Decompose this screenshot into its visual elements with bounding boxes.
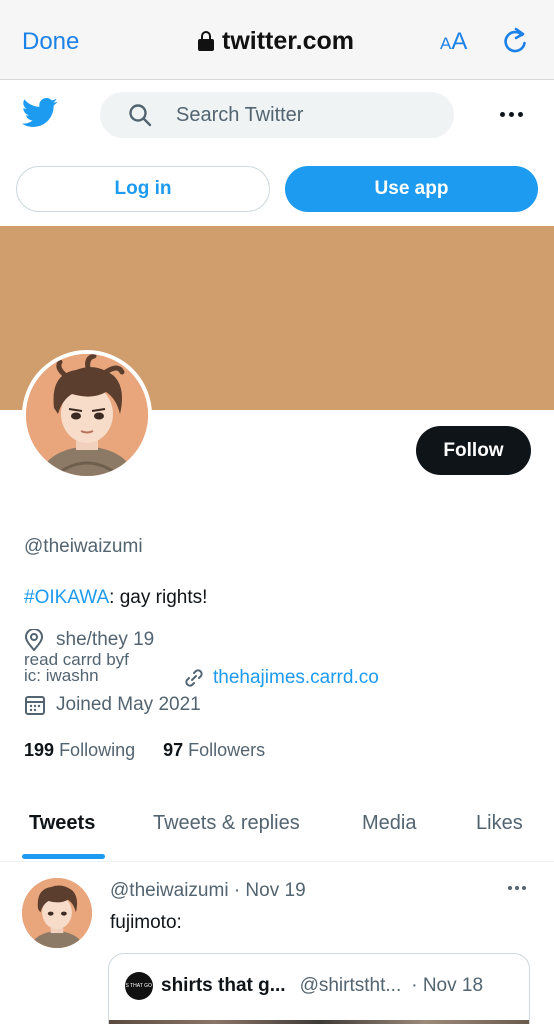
tweet-text: fujimoto: bbox=[110, 912, 182, 933]
quoted-media[interactable] bbox=[109, 1020, 529, 1024]
profile-location: she/they 19 bbox=[24, 629, 154, 651]
quoted-date: · Nov 18 bbox=[411, 975, 484, 996]
login-button[interactable]: Log in bbox=[16, 166, 270, 212]
tab-tweets-replies[interactable]: Tweets & replies bbox=[153, 812, 300, 835]
following-count-link[interactable]: 199 Following bbox=[24, 740, 135, 761]
profile-tabs: Tweets Tweets & replies Media Likes bbox=[0, 790, 554, 862]
active-tab-indicator bbox=[22, 854, 105, 859]
url-text: twitter.com bbox=[222, 26, 354, 55]
twitter-header bbox=[0, 80, 554, 150]
use-app-button[interactable]: Use app bbox=[285, 166, 538, 212]
tweet-avatar[interactable] bbox=[22, 878, 92, 948]
quoted-tweet[interactable]: SHIRTS THAT GO HARD shirts that g... @sh… bbox=[108, 953, 530, 1024]
profile-handle: @theiwaizumi bbox=[24, 536, 143, 557]
calendar-icon bbox=[25, 696, 45, 715]
twitter-bird-icon[interactable] bbox=[22, 98, 58, 128]
search-bar[interactable] bbox=[100, 92, 454, 138]
profile-avatar[interactable] bbox=[22, 350, 152, 480]
profile-bio: #OIKAWA: gay rights! bbox=[24, 587, 207, 609]
tab-media[interactable]: Media bbox=[362, 812, 416, 835]
quoted-avatar[interactable]: SHIRTS THAT GO HARD bbox=[111, 972, 167, 1000]
address-bar[interactable]: twitter.com bbox=[198, 26, 354, 56]
profile-joined: Joined May 2021 bbox=[24, 694, 201, 716]
tweet-more-icon[interactable] bbox=[508, 886, 526, 890]
follow-counts: 199 Following 97 Followers bbox=[24, 740, 265, 761]
quoted-name: shirts that g... bbox=[161, 975, 286, 996]
location-extra: read carrd byf ic: iwashn bbox=[24, 651, 174, 685]
quoted-tweet-header: SHIRTS THAT GO HARD shirts that g... @sh… bbox=[111, 972, 484, 1000]
followers-count-link[interactable]: 97 Followers bbox=[163, 740, 265, 761]
bio-text: : gay rights! bbox=[109, 587, 208, 608]
website-link[interactable]: thehajimes.carrd.co bbox=[213, 667, 379, 689]
done-button[interactable]: Done bbox=[22, 28, 79, 56]
tweet-header[interactable]: @theiwaizumi · Nov 19 bbox=[110, 880, 306, 902]
search-input[interactable] bbox=[176, 103, 416, 127]
link-icon bbox=[185, 669, 203, 687]
tab-tweets[interactable]: Tweets bbox=[29, 812, 95, 835]
browser-toolbar: Done twitter.com AA bbox=[0, 0, 554, 80]
follow-button[interactable]: Follow bbox=[416, 426, 531, 475]
location-extra-line: ic: iwashn bbox=[24, 666, 99, 685]
reload-icon[interactable] bbox=[500, 26, 530, 56]
more-options-icon[interactable] bbox=[500, 104, 526, 124]
location-text: she/they 19 bbox=[56, 629, 155, 650]
profile-website[interactable]: thehajimes.carrd.co bbox=[183, 667, 379, 689]
text-size-button[interactable]: AA bbox=[440, 28, 467, 56]
location-pin-icon bbox=[24, 629, 44, 651]
joined-text: Joined May 2021 bbox=[56, 694, 201, 715]
tab-likes[interactable]: Likes bbox=[476, 812, 523, 835]
quoted-handle: @shirtstht... bbox=[299, 975, 402, 996]
bio-hashtag-link[interactable]: #OIKAWA bbox=[24, 587, 109, 608]
lock-icon bbox=[198, 31, 214, 51]
search-icon bbox=[129, 104, 152, 127]
